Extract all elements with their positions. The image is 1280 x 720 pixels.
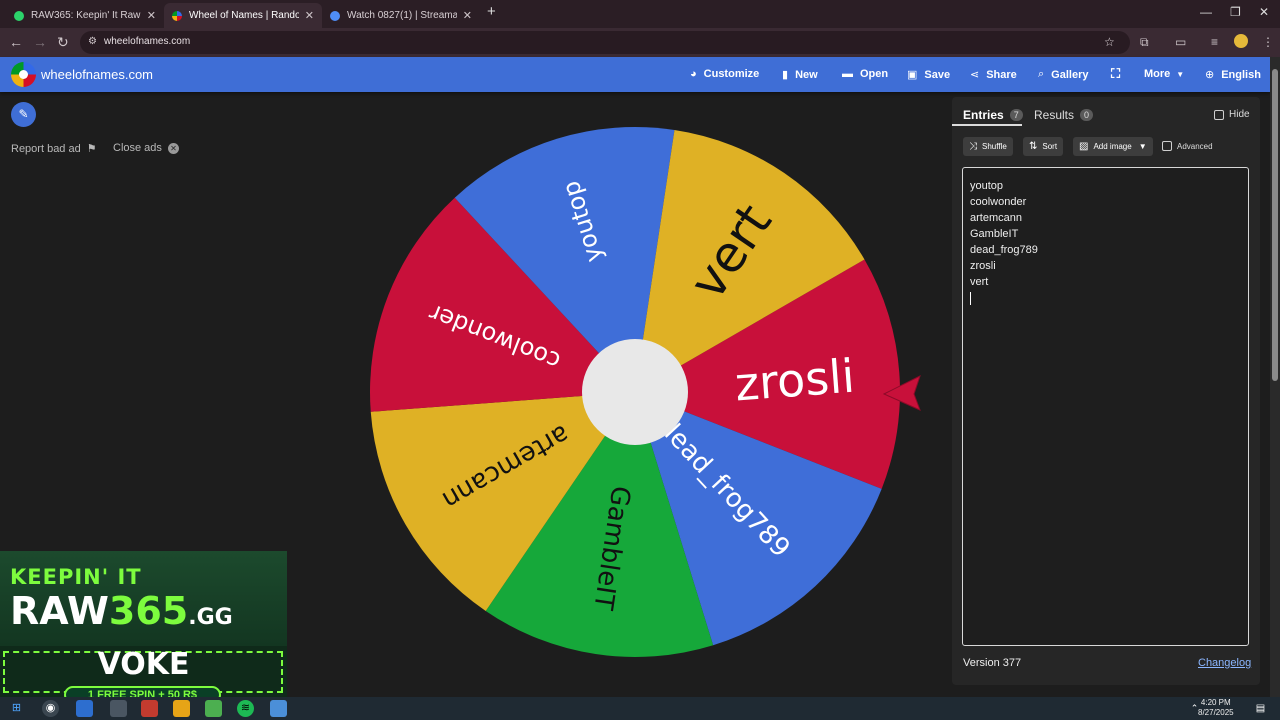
app-icon[interactable] [270, 700, 287, 717]
advanced-checkbox[interactable]: Advanced [1162, 141, 1213, 151]
checkbox-icon [1214, 109, 1224, 120]
results-count-badge: 0 [1080, 109, 1094, 121]
windows-start-icon[interactable]: ⊞ [8, 700, 25, 717]
shuffle-button[interactable]: ⤨ Shuffle [963, 137, 1013, 156]
app-icon[interactable] [76, 700, 93, 717]
entry-line: GambleIT [970, 228, 1019, 240]
app-icon[interactable] [205, 700, 222, 717]
page-scrollbar[interactable] [1270, 57, 1280, 697]
tab-entries-label: Entries [963, 108, 1004, 122]
entry-line: vert [970, 276, 989, 288]
entry-line: artemcann [970, 212, 1022, 224]
chrome-app-icon[interactable]: ◉ [42, 700, 59, 717]
checkbox-icon [1162, 141, 1172, 151]
changelog-link[interactable]: Changelog [1198, 657, 1251, 669]
add-image-button[interactable]: ▨ Add image ▼ [1073, 137, 1153, 156]
entries-count-badge: 7 [1009, 109, 1023, 121]
app-icon[interactable] [141, 700, 158, 717]
tab-results[interactable]: Results 0 [1034, 108, 1094, 122]
entry-line: dead_frog789 [970, 244, 1038, 256]
sort-button[interactable]: ⇅ Sort [1023, 137, 1064, 156]
notification-icon[interactable]: ▤ [1252, 700, 1269, 717]
entries-panel: Entries 7 Results 0 Hide ⤨ Shuffle ⇅ Sort … [952, 97, 1260, 685]
entry-line: youtop [970, 180, 1004, 192]
wheel-center-button[interactable] [582, 339, 688, 445]
version-text: Version 377 [963, 657, 1022, 669]
hide-label: Hide [1229, 109, 1250, 120]
shuffle-icon: ⤨ [969, 141, 977, 152]
app-icon[interactable] [110, 700, 127, 717]
entries-textarea[interactable]: youtop coolwonder artemcann GambleIT dea… [962, 167, 1249, 646]
entry-line: zrosli [970, 260, 996, 272]
spotify-icon[interactable]: ≋ [237, 700, 254, 717]
windows-taskbar: ⊞ ◉ ≋ ⌃ 4:20 PM 8/27/2025 ▤ [0, 697, 1280, 720]
hide-checkbox[interactable]: Hide [1214, 109, 1250, 120]
taskbar-clock[interactable]: 4:20 PM 8/27/2025 [1198, 698, 1234, 718]
advanced-label: Advanced [1177, 141, 1213, 151]
sort-label: Sort [1042, 142, 1058, 151]
scrollbar-thumb[interactable] [1272, 69, 1278, 381]
shuffle-label: Shuffle [982, 142, 1007, 151]
add-image-label: Add image [1093, 142, 1132, 151]
sort-icon: ⇅ [1029, 141, 1038, 152]
entry-line: coolwonder [970, 196, 1027, 208]
image-icon: ▨ [1079, 141, 1089, 152]
clock-date: 8/27/2025 [1198, 708, 1234, 717]
wheel-label: zrosli [733, 349, 856, 412]
app-icon[interactable] [173, 700, 190, 717]
text-cursor [970, 292, 971, 305]
active-tab-indicator [952, 124, 1022, 126]
chevron-down-icon: ▼ [1138, 142, 1147, 151]
tab-results-label: Results [1034, 108, 1075, 122]
clock-time: 4:20 PM [1200, 698, 1231, 707]
tab-entries[interactable]: Entries 7 [963, 108, 1023, 122]
